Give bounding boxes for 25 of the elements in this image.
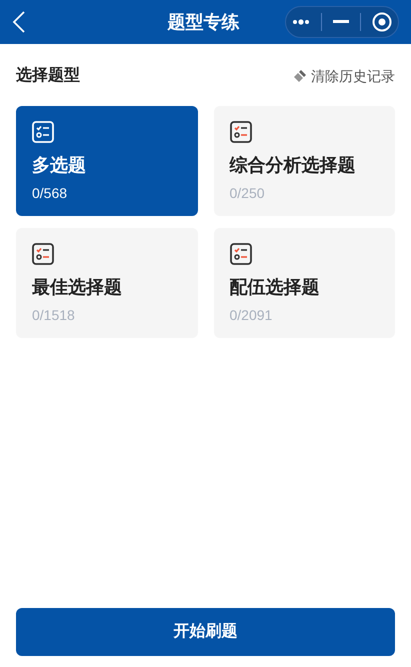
section-title: 选择题型 — [16, 66, 80, 86]
minimize-icon[interactable] — [332, 20, 349, 24]
type-name: 综合分析选择题 — [230, 154, 356, 177]
progress-count: 0/2091 — [230, 306, 274, 325]
page-title: 题型专练 — [168, 10, 240, 34]
brush-icon — [293, 69, 307, 83]
progress-count: 0/250 — [230, 184, 266, 203]
checklist-icon — [32, 121, 54, 143]
progress-count: 0/568 — [32, 184, 68, 203]
checklist-icon — [32, 243, 54, 265]
checklist-icon — [230, 121, 252, 143]
back-icon[interactable] — [12, 11, 26, 33]
progress-count: 0/1518 — [32, 306, 76, 325]
checklist-icon — [230, 243, 252, 265]
type-name: 多选题 — [32, 154, 87, 177]
type-name: 最佳选择题 — [32, 276, 123, 299]
question-type-card[interactable]: 最佳选择题 0/1518 — [16, 228, 198, 338]
more-icon[interactable] — [292, 19, 310, 25]
target-icon[interactable] — [372, 12, 392, 32]
question-type-card[interactable]: 综合分析选择题 0/250 — [214, 106, 395, 216]
start-button[interactable]: 开始刷题 — [16, 608, 395, 656]
question-type-card[interactable]: 多选题 0/568 — [16, 106, 198, 216]
question-type-card[interactable]: 配伍选择题 0/2091 — [214, 228, 395, 338]
clear-history-button[interactable]: 清除历史记录 — [293, 66, 395, 86]
type-name: 配伍选择题 — [230, 276, 320, 299]
